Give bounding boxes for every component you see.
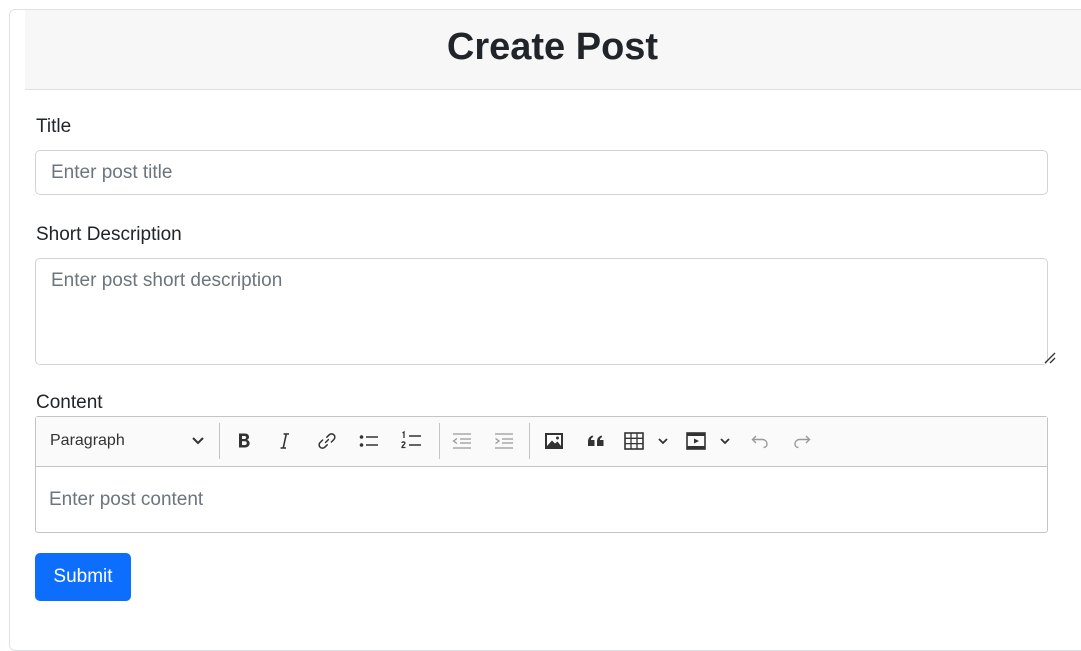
toolbar-separator (529, 423, 530, 459)
outdent-icon (452, 433, 471, 449)
insert-table-icon (624, 432, 644, 450)
link-button[interactable] (313, 426, 341, 456)
submit-button[interactable]: Submit (35, 553, 131, 601)
resize-handle-icon[interactable] (1042, 350, 1056, 364)
numbered-list-button[interactable] (397, 426, 425, 456)
bold-icon (239, 433, 250, 448)
indent-button[interactable] (490, 426, 518, 456)
block-quote-button[interactable] (582, 426, 610, 456)
outdent-button[interactable] (448, 426, 476, 456)
italic-button[interactable] (271, 426, 299, 456)
redo-button[interactable] (788, 426, 816, 456)
title-label: Title (36, 116, 72, 137)
heading-dropdown-value: Paragraph (50, 432, 125, 449)
numbered-list-icon (401, 430, 421, 449)
insert-image-icon (545, 433, 563, 449)
insert-image-button[interactable] (540, 426, 568, 456)
insert-media-button[interactable] (686, 426, 730, 456)
chevron-down-icon (720, 437, 730, 444)
heading-dropdown[interactable]: Paragraph (42, 426, 212, 456)
bulleted-list-button[interactable] (355, 426, 383, 456)
short-description-textarea[interactable] (35, 258, 1048, 365)
short-description-label: Short Description (36, 224, 182, 245)
title-input[interactable] (35, 150, 1048, 195)
bulleted-list-icon (359, 435, 378, 447)
link-icon (318, 433, 336, 449)
insert-media-icon (686, 432, 706, 450)
bold-button[interactable] (230, 426, 258, 456)
undo-button[interactable] (746, 426, 774, 456)
chevron-down-icon (192, 437, 204, 445)
editor-content-area[interactable]: Enter post content (49, 488, 203, 512)
undo-icon (751, 435, 768, 449)
toolbar-separator (219, 423, 220, 459)
toolbar-separator (439, 423, 440, 459)
page-title: Create Post (446, 26, 659, 68)
block-quote-icon (588, 435, 604, 446)
rich-text-editor: Paragraph Enter post content (35, 416, 1048, 533)
redo-icon (794, 435, 811, 449)
card-header: Create Post (25, 10, 1081, 90)
insert-table-button[interactable] (624, 426, 668, 456)
italic-icon (280, 433, 289, 449)
content-label: Content (36, 392, 103, 413)
chevron-down-icon (658, 437, 668, 444)
editor-toolbar: Paragraph (36, 417, 1047, 467)
indent-icon (495, 433, 513, 449)
